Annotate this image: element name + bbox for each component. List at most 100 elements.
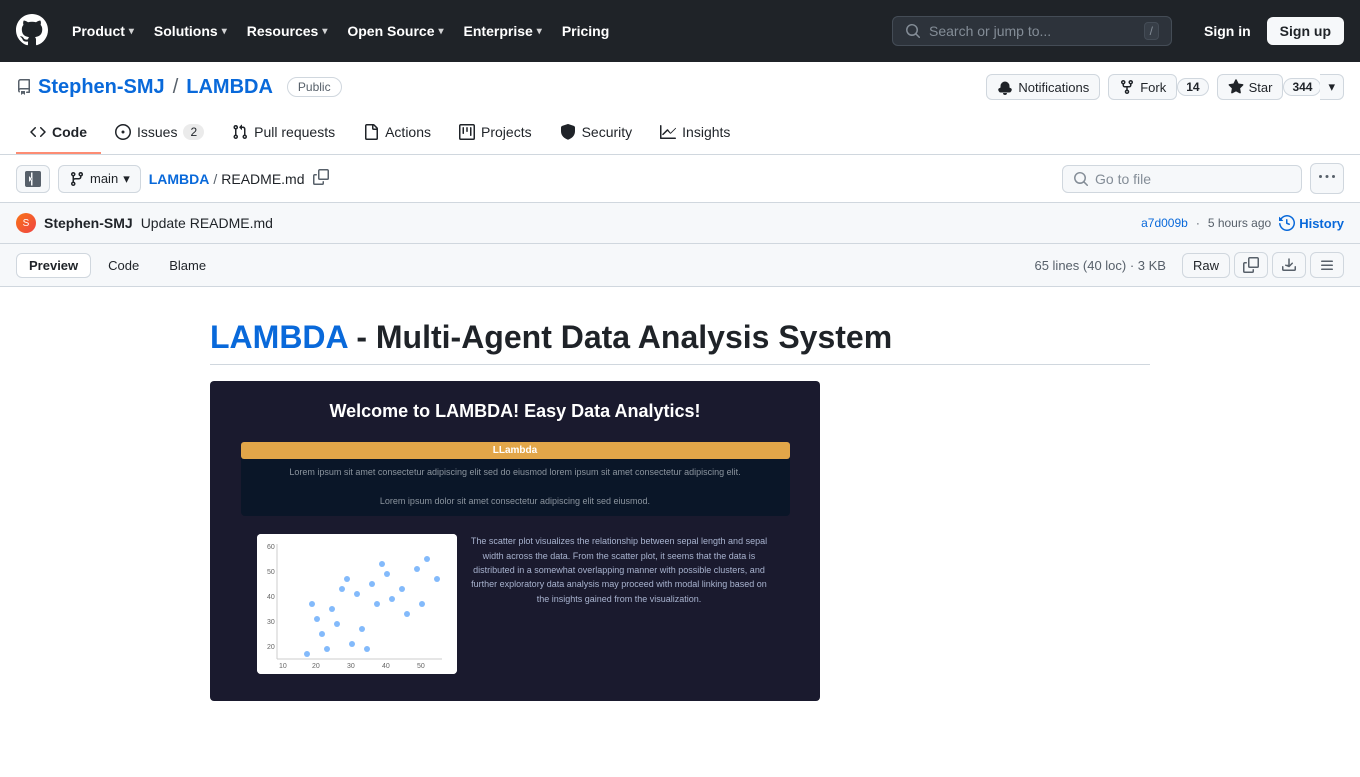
svg-text:60: 60 <box>267 544 275 551</box>
repo-tabs: Code Issues 2 Pull requests Actions Pr <box>16 112 1344 154</box>
commit-row: S Stephen-SMJ Update README.md a7d009b ·… <box>0 203 1360 244</box>
file-view-header: Preview Code Blame 65 lines (40 loc) · 3… <box>0 244 1360 287</box>
breadcrumb-repo-link[interactable]: LAMBDA <box>149 171 210 187</box>
solutions-chevron-icon: ▾ <box>222 26 227 37</box>
repo-header: Stephen-SMJ / LAMBDA Public Notification… <box>0 62 1360 155</box>
fork-button[interactable]: Fork <box>1108 74 1177 100</box>
tab-pr-label: Pull requests <box>254 124 335 140</box>
preview-button[interactable]: Preview <box>16 253 91 278</box>
repo-name-link[interactable]: LAMBDA <box>186 76 273 99</box>
star-dropdown[interactable]: ▾ <box>1320 74 1344 100</box>
branch-selector[interactable]: main ▾ <box>58 165 141 193</box>
github-logo[interactable] <box>16 14 48 49</box>
sidebar-toggle-button[interactable] <box>16 165 50 193</box>
breadcrumb-separator: / <box>213 171 217 187</box>
copy-icon <box>313 169 329 185</box>
enterprise-chevron-icon: ▾ <box>537 26 542 37</box>
issues-count-badge: 2 <box>183 124 204 140</box>
open-source-chevron-icon: ▾ <box>439 26 444 37</box>
signin-button[interactable]: Sign in <box>1196 18 1259 44</box>
svg-text:30: 30 <box>267 619 275 626</box>
branch-name: main <box>90 171 118 186</box>
resources-chevron-icon: ▾ <box>322 26 327 37</box>
readme-lambda-link[interactable]: LAMBDA <box>210 319 347 355</box>
history-button[interactable]: History <box>1279 215 1344 231</box>
tab-security-label: Security <box>582 124 633 140</box>
tab-security[interactable]: Security <box>546 112 647 154</box>
download-icon <box>1281 257 1297 273</box>
pricing-link[interactable]: Pricing <box>554 17 617 45</box>
code-view-button[interactable]: Code <box>95 253 152 278</box>
tab-actions-label: Actions <box>385 124 431 140</box>
copy-path-button[interactable] <box>309 167 333 190</box>
commit-sha[interactable]: a7d009b <box>1141 216 1188 230</box>
svg-text:50: 50 <box>417 663 425 670</box>
copy-raw-button[interactable] <box>1234 252 1268 278</box>
view-list-button[interactable] <box>1310 252 1344 278</box>
star-button[interactable]: Star <box>1217 74 1284 100</box>
resources-menu[interactable]: Resources ▾ <box>239 17 336 45</box>
repo-visibility-badge: Public <box>287 77 342 97</box>
svg-text:50: 50 <box>267 569 275 576</box>
readme-title: LAMBDA - Multi-Agent Data Analysis Syste… <box>210 319 1150 365</box>
tab-actions[interactable]: Actions <box>349 112 445 154</box>
fork-count[interactable]: 14 <box>1177 78 1208 96</box>
repo-path-slash: / <box>173 76 179 99</box>
sidebar-toggle-icon <box>25 171 41 187</box>
history-label: History <box>1299 216 1344 231</box>
signup-button[interactable]: Sign up <box>1267 17 1344 45</box>
fork-label: Fork <box>1140 80 1166 95</box>
repo-owner-link[interactable]: Stephen-SMJ <box>38 76 165 99</box>
commit-author[interactable]: Stephen-SMJ <box>44 215 133 231</box>
readme-content: LAMBDA - Multi-Agent Data Analysis Syste… <box>0 287 1360 777</box>
svg-text:20: 20 <box>312 663 320 670</box>
readme-image-title: Welcome to LAMBDA! Easy Data Analytics! <box>309 381 720 442</box>
open-source-menu[interactable]: Open Source ▾ <box>339 17 451 45</box>
download-button[interactable] <box>1272 252 1306 278</box>
star-label: Star <box>1249 80 1273 95</box>
bell-icon <box>997 79 1013 95</box>
svg-text:10: 10 <box>279 663 287 670</box>
blame-button[interactable]: Blame <box>156 253 219 278</box>
branch-icon <box>69 171 85 187</box>
tab-code-label: Code <box>52 124 87 140</box>
search-kbd: / <box>1144 22 1159 40</box>
more-options-button[interactable] <box>1310 163 1344 194</box>
scatter-svg: 60 50 40 30 20 10 20 30 40 50 <box>257 534 457 674</box>
readme-image-container: Welcome to LAMBDA! Easy Data Analytics! … <box>210 381 1150 701</box>
star-icon <box>1228 79 1244 95</box>
go-to-file-search[interactable]: Go to file <box>1062 165 1302 193</box>
svg-text:40: 40 <box>382 663 390 670</box>
history-icon <box>1279 215 1295 231</box>
tab-pull-requests[interactable]: Pull requests <box>218 112 349 154</box>
tab-projects[interactable]: Projects <box>445 112 546 154</box>
commit-time: 5 hours ago <box>1208 216 1271 230</box>
solutions-menu[interactable]: Solutions ▾ <box>146 17 235 45</box>
tab-code[interactable]: Code <box>16 112 101 154</box>
copy-content-icon <box>1243 257 1259 273</box>
readme-chat-section: LLambda Lorem ipsum sit amet consectetur… <box>241 442 790 516</box>
commit-avatar: S <box>16 213 36 233</box>
enterprise-menu[interactable]: Enterprise ▾ <box>456 17 550 45</box>
file-search-placeholder: Go to file <box>1095 171 1291 187</box>
raw-button[interactable]: Raw <box>1182 253 1230 278</box>
notifications-button[interactable]: Notifications <box>986 74 1100 100</box>
list-icon <box>1319 257 1335 273</box>
nav-search[interactable]: Search or jump to... / <box>892 16 1172 46</box>
top-nav: Product ▾ Solutions ▾ Resources ▾ Open S… <box>0 0 1360 62</box>
projects-icon <box>459 124 475 140</box>
pull-request-icon <box>232 124 248 140</box>
branch-chevron-icon: ▾ <box>123 171 130 187</box>
tab-issues[interactable]: Issues 2 <box>101 112 218 154</box>
tab-projects-label: Projects <box>481 124 532 140</box>
readme-analysis-text: The scatter plot visualizes the relation… <box>465 534 774 674</box>
commit-message: Update README.md <box>141 215 273 231</box>
security-icon <box>560 124 576 140</box>
star-count[interactable]: 344 <box>1283 78 1321 96</box>
kebab-icon <box>1319 169 1335 185</box>
tab-issues-label: Issues <box>137 124 177 140</box>
product-menu[interactable]: Product ▾ <box>64 17 142 45</box>
tab-insights[interactable]: Insights <box>646 112 744 154</box>
readme-body-section: 60 50 40 30 20 10 20 30 40 50 <box>241 534 790 674</box>
file-meta: 65 lines (40 loc) · 3 KB <box>1034 258 1166 273</box>
